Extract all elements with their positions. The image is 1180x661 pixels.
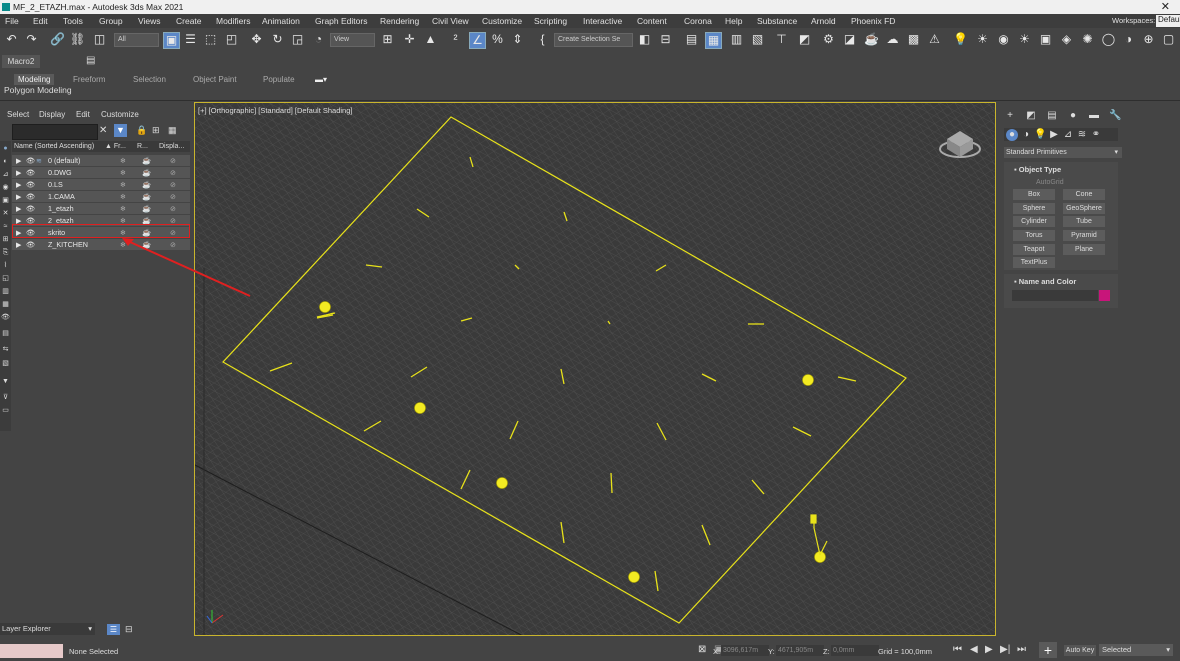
primitive-category-dropdown[interactable]: Standard Primitives ▾ — [1004, 147, 1122, 158]
object-type-header[interactable]: ▪ Object Type — [1004, 162, 1118, 174]
geometry-category-icon[interactable]: ● — [1006, 129, 1018, 141]
spacewarps-category-icon[interactable]: ≋ — [1076, 129, 1088, 141]
box-button[interactable]: Box — [1013, 189, 1055, 200]
selection-status: None Selected — [69, 647, 119, 656]
layer-options-icon[interactable]: ⊟ — [125, 624, 133, 635]
display-tab-icon[interactable]: ▬ — [1088, 110, 1100, 122]
name-color-title: Name and Color — [1018, 277, 1077, 286]
name-color-rollout: ▪ Name and Color — [1004, 274, 1118, 308]
y-label: Y: — [768, 647, 775, 656]
y-coord-field[interactable]: 4671,905m — [776, 645, 824, 656]
prev-frame-icon[interactable]: ◀ — [970, 644, 978, 655]
geosphere-button[interactable]: GeoSphere — [1063, 203, 1105, 214]
chevron-down-icon: ▾ — [1114, 149, 1118, 156]
tube-button[interactable]: Tube — [1063, 216, 1105, 227]
modify-tab-icon[interactable]: ◩ — [1025, 110, 1037, 122]
utilities-tab-icon[interactable]: 🔧 — [1109, 110, 1121, 122]
layer-explorer-dropdown[interactable]: Layer Explorer ▾ — [0, 623, 95, 635]
lights-category-icon[interactable]: 💡 — [1034, 129, 1046, 141]
object-type-title: Object Type — [1018, 165, 1062, 174]
grid-size: Grid = 100,0mm — [878, 647, 932, 656]
goto-end-icon[interactable]: ⏭ — [1017, 644, 1026, 655]
create-tab-icon[interactable]: + — [1004, 110, 1016, 122]
helpers-category-icon[interactable]: ⊿ — [1062, 129, 1074, 141]
layer-explorer-label: Layer Explorer — [2, 624, 51, 633]
autogrid-checkbox[interactable]: AutoGrid — [1036, 179, 1064, 186]
object-name-field[interactable] — [1012, 290, 1098, 301]
sphere-button[interactable]: Sphere — [1013, 203, 1055, 214]
play-icon[interactable]: ▶ — [985, 644, 993, 655]
goto-start-icon[interactable]: ⏮ — [953, 644, 962, 655]
plane-button[interactable]: Plane — [1063, 244, 1105, 255]
primitive-category-value: Standard Primitives — [1006, 149, 1067, 156]
add-key-icon[interactable]: + — [1039, 642, 1057, 658]
layer-view-icon[interactable]: ☰ — [107, 624, 120, 635]
chevron-down-icon: ▾ — [88, 624, 92, 633]
isolate-icon[interactable]: ⊠ — [698, 644, 706, 655]
name-color-header[interactable]: ▪ Name and Color — [1004, 274, 1118, 286]
z-label: Z: — [823, 647, 830, 656]
cameras-category-icon[interactable]: ▶ — [1048, 129, 1060, 141]
teapot-button[interactable]: Teapot — [1013, 244, 1055, 255]
key-filter-value: Selected — [1102, 645, 1132, 654]
x-coord-field[interactable]: 3096,617m — [721, 645, 769, 656]
maxscript-listener-field[interactable] — [0, 644, 63, 658]
textplus-button[interactable]: TextPlus — [1013, 257, 1055, 268]
motion-tab-icon[interactable]: ● — [1067, 110, 1079, 122]
torus-button[interactable]: Torus — [1013, 230, 1055, 241]
create-category-row: ● ◑ 💡 ▶ ⊿ ≋ ⚭ — [1004, 128, 1118, 141]
object-color-swatch[interactable] — [1099, 290, 1110, 301]
chevron-down-icon: ▾ — [1166, 645, 1170, 654]
key-filter-dropdown[interactable]: Selected ▾ — [1099, 644, 1173, 656]
auto-key-button[interactable]: Auto Key — [1064, 645, 1096, 656]
hierarchy-tab-icon[interactable]: ▤ — [1046, 110, 1058, 122]
cylinder-button[interactable]: Cylinder — [1013, 216, 1055, 227]
cone-button[interactable]: Cone — [1063, 189, 1105, 200]
x-label: X: — [713, 647, 721, 656]
shapes-category-icon[interactable]: ◑ — [1020, 129, 1032, 141]
z-coord-field[interactable]: 0,0mm — [831, 645, 879, 656]
annotation-arrow — [129, 241, 251, 297]
next-frame-icon[interactable]: ▶| — [1000, 644, 1010, 655]
pyramid-button[interactable]: Pyramid — [1063, 230, 1105, 241]
systems-category-icon[interactable]: ⚭ — [1090, 129, 1102, 141]
object-type-rollout: ▪ Object Type AutoGrid Box Cone Sphere G… — [1004, 162, 1118, 270]
